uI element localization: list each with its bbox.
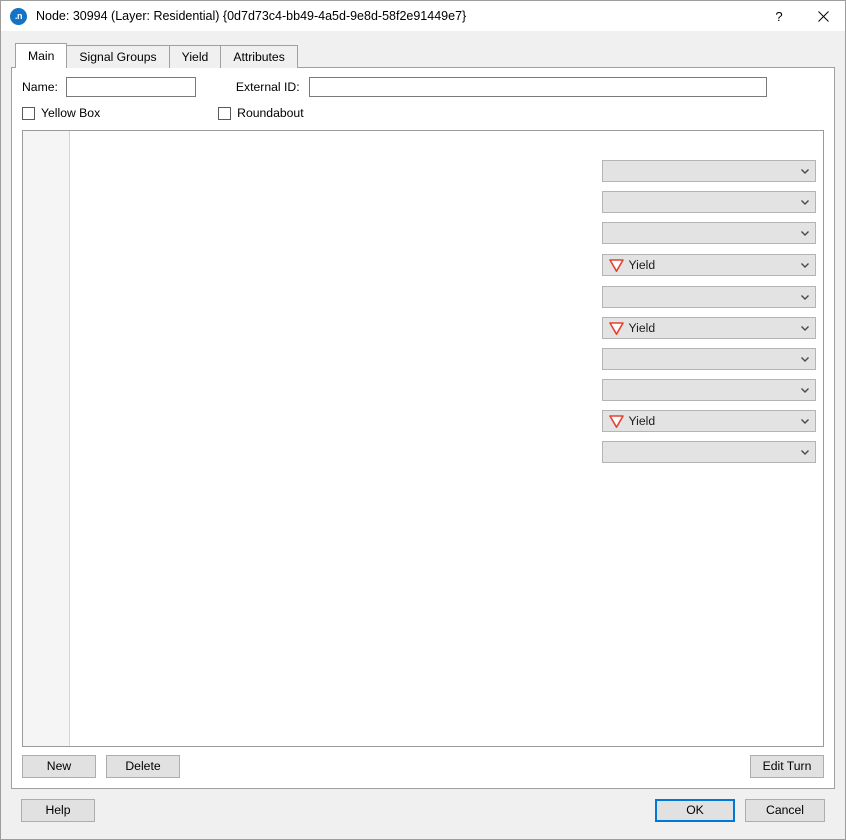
delete-button[interactable]: Delete [106,755,180,778]
tab-panel-main: Name: External ID: Yellow Box Roundabout [11,67,835,789]
chevron-down-icon [799,322,811,334]
warning-dropdown[interactable] [602,222,817,244]
warning-dropdown[interactable]: Yield [602,410,817,432]
warning-value: Yield [629,414,656,428]
yellow-box-checkbox[interactable] [22,107,35,120]
roundabout-label: Roundabout [237,106,303,120]
warning-dropdown[interactable] [602,348,817,370]
warning-dropdown-value: Yield [609,258,800,272]
warning-dropdown-value: Yield [609,321,800,335]
external-id-input[interactable] [309,77,767,97]
yellow-box-checkbox-group[interactable]: Yellow Box [22,106,100,120]
edit-turn-button[interactable]: Edit Turn [750,755,824,778]
chevron-down-icon [799,165,811,177]
yield-sign-icon [609,259,624,272]
help-icon[interactable]: ? [757,1,801,31]
tab-yield[interactable]: Yield [169,45,222,68]
tab-strip: Main Signal Groups Yield Attributes [15,44,835,68]
title-bar: .n Node: 30994 (Layer: Residential) {0d7… [1,1,845,31]
warning-dropdown[interactable] [602,441,817,463]
app-icon: .n [10,8,27,25]
close-icon[interactable] [801,1,845,31]
chevron-down-icon [799,259,811,271]
warning-value: Yield [629,321,656,335]
cell-warning[interactable]: Yield [595,406,823,437]
table-actions-row: New Delete Edit Turn [22,755,824,778]
warning-value: Yield [629,258,656,272]
warning-dropdown[interactable]: Yield [602,317,817,339]
chevron-down-icon [799,446,811,458]
name-label: Name: [22,80,58,94]
cell-warning[interactable] [595,187,823,218]
chevron-down-icon [799,415,811,427]
roundabout-checkbox-group[interactable]: Roundabout [218,106,303,120]
external-id-label: External ID: [236,80,300,94]
yield-sign-icon [609,322,624,335]
cell-warning[interactable] [595,344,823,375]
turns-table[interactable]: Name External ID Speed Zones Warning 309… [22,130,824,747]
warning-dropdown[interactable] [602,191,817,213]
cell-warning[interactable]: Yield [595,313,823,344]
options-row: Yellow Box Roundabout [22,104,824,122]
chevron-down-icon [799,384,811,396]
identity-row: Name: External ID: [22,76,824,98]
cell-warning[interactable] [595,156,823,187]
yield-sign-icon [609,415,624,428]
ok-button[interactable]: OK [655,799,735,822]
help-button[interactable]: Help [21,799,95,822]
warning-dropdown[interactable] [602,286,817,308]
window-title: Node: 30994 (Layer: Residential) {0d7d73… [36,9,757,23]
chevron-down-icon [799,196,811,208]
window-controls: ? [757,1,845,31]
tab-attributes[interactable]: Attributes [220,45,297,68]
cancel-button[interactable]: Cancel [745,799,825,822]
name-input[interactable] [66,77,196,97]
roundabout-checkbox[interactable] [218,107,231,120]
warning-dropdown[interactable] [602,379,817,401]
node-properties-dialog: .n Node: 30994 (Layer: Residential) {0d7… [0,0,846,840]
warning-dropdown[interactable] [602,160,817,182]
warning-dropdown[interactable]: Yield [602,254,817,276]
chevron-down-icon [799,353,811,365]
cell-warning[interactable] [595,375,823,406]
chevron-down-icon [799,291,811,303]
dialog-body: Main Signal Groups Yield Attributes Name… [1,31,845,839]
dialog-actions-row: Help OK Cancel [11,797,835,823]
table-empty-id-column [23,131,70,746]
tab-signal-groups[interactable]: Signal Groups [66,45,169,68]
cell-warning[interactable] [595,437,823,468]
yellow-box-label: Yellow Box [41,106,100,120]
tab-main[interactable]: Main [15,43,67,68]
new-button[interactable]: New [22,755,96,778]
chevron-down-icon [799,227,811,239]
warning-dropdown-value: Yield [609,414,800,428]
